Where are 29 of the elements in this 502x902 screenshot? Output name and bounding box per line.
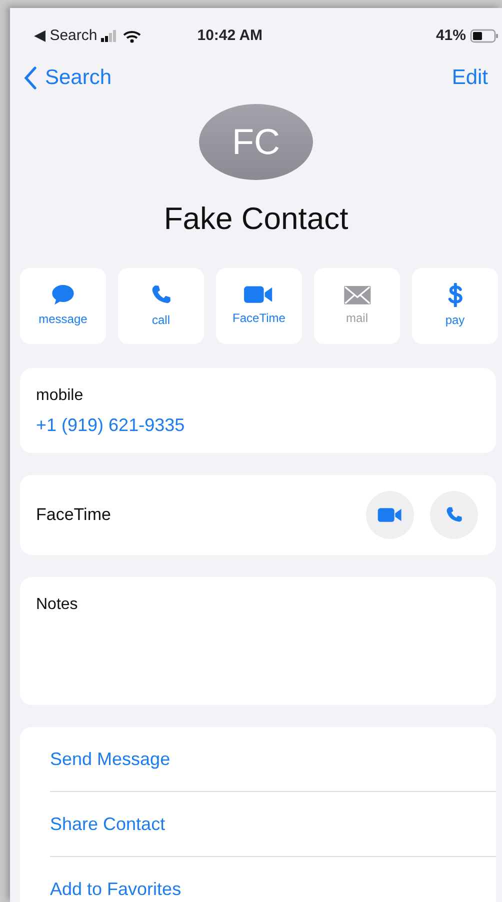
facetime-call-button[interactable] [430,491,478,539]
battery-icon [470,29,498,43]
phone-label: mobile [36,386,84,406]
back-button[interactable]: Search [24,62,112,94]
contact-action-link[interactable]: Add to Favorites [50,857,182,902]
call-action-button[interactable]: call [118,268,204,344]
status-time: 10:42 AM [197,26,263,46]
envelope-icon [342,284,372,306]
edit-button[interactable]: Edit [452,62,488,94]
facetime-video-button[interactable] [366,491,414,539]
chevron-left-icon [24,66,37,90]
speech-bubble-icon [51,284,75,306]
video-camera-icon [377,507,403,523]
back-to-app-label[interactable]: ◀ Search [34,24,98,48]
pay-action-button[interactable]: pay [412,268,498,344]
message-action-button[interactable]: message [20,268,106,344]
video-action-button[interactable]: FaceTime [216,268,302,344]
notes-label: Notes [36,595,79,615]
wifi-icon [123,30,142,42]
phone-number-link[interactable]: +1 (919) 621-9335 [36,412,185,439]
contact-action-link[interactable]: Share Contact [50,792,166,856]
battery-percentage: 41% [436,26,466,46]
facetime-label: FaceTime [36,504,111,526]
contact-action-link[interactable]: Send Message [50,727,170,791]
dollar-sign-icon [446,283,464,307]
video-camera-icon [243,285,275,305]
contact-avatar: FC [199,104,313,180]
notes-field[interactable]: Notes [20,577,496,705]
contact-name: Fake Contact [164,200,348,238]
